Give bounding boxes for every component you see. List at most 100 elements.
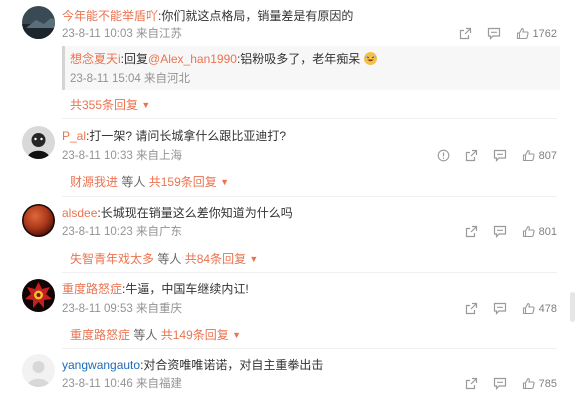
mention-link[interactable]: @Alex_han1990	[148, 52, 237, 66]
reply-text: :铝粉吸多了，老年痴呆	[236, 52, 361, 66]
share-icon	[465, 225, 477, 238]
comment-text: :对合资唯唯诺诺，对自主重拳出击	[140, 358, 324, 372]
comment-text: :你们就这点格局，销量差是有原因的	[158, 9, 354, 23]
share-icon	[459, 27, 471, 40]
more-replies-count: 共159条回复	[148, 175, 217, 189]
comment-actions: 1762	[444, 27, 557, 40]
caret-down-icon: ▼	[220, 177, 230, 187]
comment-text: :打一架? 请问长城拿什么跟比亚迪打?	[86, 129, 287, 143]
share-button[interactable]	[465, 377, 478, 390]
more-replies-link[interactable]: 共355条回复 ▼	[70, 96, 150, 113]
comment-location: 来自广东	[135, 226, 182, 238]
more-replies-count: 共149条回复	[160, 328, 229, 342]
comment-line: 重度路怒症:牛逼，中国车继续内讧!	[62, 281, 249, 297]
comment-date: 23-8-11 10:23	[62, 226, 133, 238]
comment-actions: 785	[450, 377, 557, 390]
share-button[interactable]	[465, 149, 478, 162]
more-replies-link[interactable]: 重度路怒症 等人 共149条回复 ▼	[70, 326, 241, 343]
reply-location: 来自河北	[143, 73, 190, 85]
comment-icon	[493, 225, 506, 238]
avatar[interactable]	[22, 354, 55, 387]
laugh-emoji-icon	[363, 52, 377, 65]
like-count: 785	[538, 377, 557, 390]
comment-button[interactable]	[493, 225, 507, 238]
share-icon	[465, 377, 477, 390]
share-icon	[465, 302, 477, 315]
username-link[interactable]: yangwangauto	[62, 358, 140, 372]
comment-button[interactable]	[493, 377, 507, 390]
reply-date: 23-8-11 15:04	[70, 73, 141, 85]
comment-date: 23-8-11 10:33	[62, 150, 133, 162]
like-icon	[522, 225, 535, 238]
more-replies-user[interactable]: 失智青年戏太多	[70, 252, 154, 266]
more-replies-link[interactable]: 失智青年戏太多 等人 共84条回复 ▼	[70, 250, 258, 267]
comment-location: 来自江苏	[135, 28, 182, 40]
caret-down-icon: ▼	[232, 330, 242, 340]
comment-text: :长城现在销量这么差你知道为什么吗	[97, 206, 293, 220]
comment-icon	[487, 27, 500, 40]
more-replies-etc: 等人	[157, 252, 182, 266]
avatar[interactable]	[22, 126, 55, 159]
reply-preview: 想念夏天i:回复@Alex_han1990:铝粉吸多了，老年痴呆 23-8-11…	[62, 46, 560, 90]
reply-meta: 23-8-11 15:04 来自河北	[70, 70, 190, 86]
comment-button[interactable]	[493, 149, 507, 162]
avatar[interactable]	[22, 204, 55, 237]
reply-line: 想念夏天i:回复@Alex_han1990:铝粉吸多了，老年痴呆	[70, 50, 377, 67]
reply-username[interactable]: 想念夏天i	[70, 52, 121, 66]
username-link[interactable]: 今年能不能举盾吖	[62, 9, 158, 23]
like-count: 478	[538, 302, 557, 315]
comment-line: alsdee:长城现在销量这么差你知道为什么吗	[62, 205, 293, 221]
like-icon	[516, 27, 529, 40]
divider	[62, 118, 557, 119]
like-count: 807	[538, 149, 557, 162]
comment-icon	[493, 149, 506, 162]
comment-location: 来自重庆	[135, 303, 182, 315]
comment-date: 23-8-11 09:53	[62, 303, 133, 315]
share-button[interactable]	[459, 27, 472, 40]
more-replies-user[interactable]: 财源我进	[70, 175, 118, 189]
divider	[62, 196, 557, 197]
comment-line: P_al:打一架? 请问长城拿什么跟比亚迪打?	[62, 128, 286, 144]
username-link[interactable]: P_al	[62, 129, 86, 143]
like-count: 801	[538, 225, 557, 238]
share-button[interactable]	[465, 225, 478, 238]
comment-actions: 801	[450, 225, 557, 238]
more-replies-user[interactable]: 重度路怒症	[70, 328, 130, 342]
caret-down-icon: ▼	[249, 254, 259, 264]
comment-location: 来自福建	[135, 378, 182, 390]
comment-date: 23-8-11 10:46	[62, 378, 133, 390]
more-replies-link[interactable]: 财源我进 等人 共159条回复 ▼	[70, 173, 229, 190]
avatar[interactable]	[22, 279, 55, 312]
comment-button[interactable]	[487, 27, 501, 40]
comment-meta: 23-8-11 09:53 来自重庆	[62, 302, 182, 316]
comment-button[interactable]	[493, 302, 507, 315]
username-link[interactable]: 重度路怒症	[62, 282, 122, 296]
like-icon	[522, 302, 535, 315]
comment-actions: 478	[450, 302, 557, 315]
like-button[interactable]: 807	[522, 149, 557, 162]
like-button[interactable]: 478	[522, 302, 557, 315]
share-button[interactable]	[465, 302, 478, 315]
more-replies-count: 共355条回复	[70, 98, 139, 112]
comment-line: 今年能不能举盾吖:你们就这点格局，销量差是有原因的	[62, 8, 353, 24]
comment-icon	[493, 377, 506, 390]
comment-icon	[493, 302, 506, 315]
like-button[interactable]: 801	[522, 225, 557, 238]
comment-meta: 23-8-11 10:46 来自福建	[62, 377, 182, 391]
comment-text: :牛逼，中国车继续内讧!	[122, 282, 249, 296]
like-button[interactable]: 1762	[516, 27, 557, 40]
caret-down-icon: ▼	[141, 100, 151, 110]
like-button[interactable]: 785	[522, 377, 557, 390]
username-link[interactable]: alsdee	[62, 206, 97, 220]
scrollbar[interactable]	[570, 292, 575, 322]
comment-meta: 23-8-11 10:23 来自广东	[62, 225, 182, 239]
avatar[interactable]	[22, 6, 55, 39]
comment-line: yangwangauto:对合资唯唯诺诺，对自主重拳出击	[62, 357, 323, 373]
comment-location: 来自上海	[135, 150, 182, 162]
comment-actions: 807	[422, 149, 557, 162]
report-button[interactable]	[437, 149, 450, 162]
like-icon	[522, 149, 535, 162]
divider	[62, 348, 557, 349]
more-replies-count: 共84条回复	[184, 252, 247, 266]
more-replies-etc: 等人	[133, 328, 158, 342]
